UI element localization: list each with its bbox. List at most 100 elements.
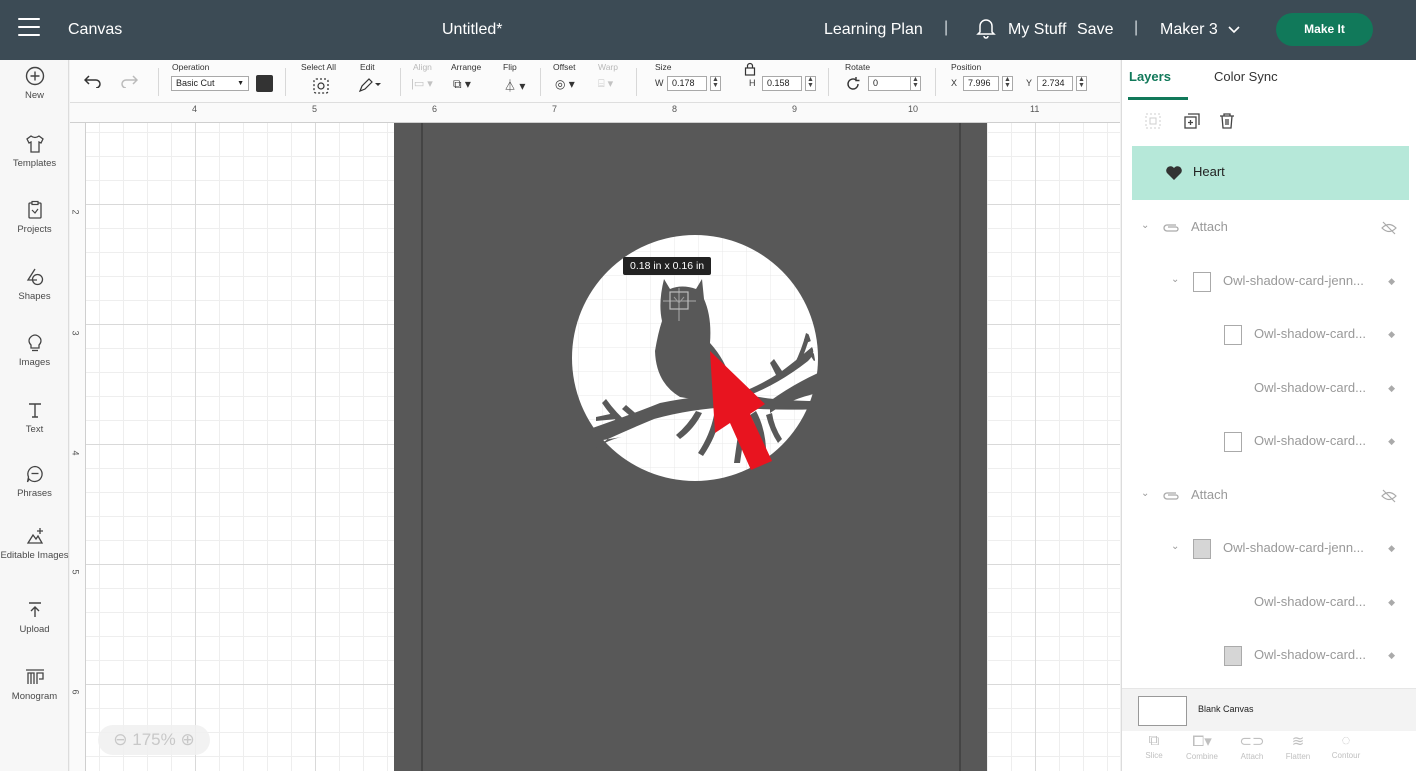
- undo-icon[interactable]: [83, 74, 102, 93]
- zoom-in-icon[interactable]: ⊕: [180, 730, 194, 749]
- chevron-down-icon: [1228, 20, 1240, 40]
- x-label: X: [951, 78, 958, 88]
- editable-image-icon: [26, 528, 43, 544]
- layer-name: Heart: [1193, 164, 1225, 179]
- sidebar-item-new[interactable]: New: [0, 66, 69, 101]
- layer-name: Owl-shadow-card...: [1254, 433, 1366, 448]
- sidebar-label: Projects: [17, 224, 52, 235]
- clipboard-icon: [27, 200, 42, 219]
- group-icon[interactable]: [1144, 112, 1162, 135]
- width-input[interactable]: 0.178: [667, 76, 707, 91]
- layer-group-attach[interactable]: ⌄ Attach: [1122, 218, 1416, 238]
- size-label: Size: [655, 62, 672, 72]
- sidebar-label: Editable Images: [0, 550, 69, 561]
- layer-item[interactable]: Owl-shadow-card... ◆: [1122, 432, 1416, 452]
- layer-item[interactable]: Owl-shadow-card... ◆: [1122, 325, 1416, 345]
- machine-selector[interactable]: Maker 3: [1160, 20, 1240, 40]
- layer-dot-icon: ◆: [1388, 597, 1395, 607]
- hidden-eye-icon[interactable]: [1381, 489, 1397, 503]
- sidebar-item-projects[interactable]: Projects: [0, 200, 69, 235]
- bell-icon[interactable]: [976, 17, 996, 44]
- width-stepper[interactable]: ▲ ▼: [710, 76, 721, 91]
- warp-icon[interactable]: ⌸ ▾: [598, 77, 613, 91]
- height-stepper[interactable]: ▲ ▼: [805, 76, 816, 91]
- delete-icon[interactable]: [1218, 112, 1236, 135]
- sidebar-item-editable-images[interactable]: Editable Images: [0, 526, 69, 561]
- sidebar-item-images[interactable]: Images: [0, 333, 69, 368]
- tab-layers[interactable]: Layers: [1129, 69, 1171, 84]
- height-input[interactable]: 0.158: [762, 76, 802, 91]
- y-stepper[interactable]: ▲ ▼: [1076, 76, 1087, 91]
- attach-icon: [1163, 492, 1179, 500]
- toolbar-divider: [400, 68, 401, 96]
- align-icon[interactable]: |▭ ▾: [411, 77, 433, 90]
- layer-thumbnail: [1224, 432, 1242, 452]
- blank-canvas-swatch[interactable]: [1138, 696, 1187, 726]
- document-title[interactable]: Untitled*: [442, 20, 502, 40]
- operation-color-swatch[interactable]: [256, 75, 273, 92]
- arrange-label: Arrange: [451, 62, 482, 72]
- hidden-eye-icon[interactable]: [1381, 221, 1397, 235]
- zoom-out-icon[interactable]: ⊖: [113, 730, 127, 749]
- learning-plan-link[interactable]: Learning Plan: [824, 20, 923, 40]
- offset-icon[interactable]: ◎ ▾: [555, 77, 575, 91]
- contour-button[interactable]: ◌ Contour: [1322, 732, 1370, 760]
- operation-select[interactable]: Basic Cut ▼: [171, 76, 249, 91]
- layer-item[interactable]: ⌄ Owl-shadow-card-jenn... ◆: [1122, 539, 1416, 559]
- redo-icon[interactable]: [120, 74, 139, 93]
- layer-dot-icon: ◆: [1388, 276, 1395, 286]
- select-all-icon[interactable]: [312, 77, 330, 99]
- zoom-control: ⊖ 175% ⊕: [98, 725, 210, 755]
- chevron-down-icon[interactable]: ⌄: [1141, 220, 1149, 231]
- rotate-stepper[interactable]: ▲ ▼: [910, 76, 921, 91]
- sidebar-item-text[interactable]: Text: [0, 400, 69, 435]
- toolbar-divider: [540, 68, 541, 96]
- my-stuff-link[interactable]: My Stuff: [1008, 20, 1066, 40]
- flip-icon[interactable]: ⏃ ▾: [504, 77, 525, 94]
- slice-icon: ⧉: [1148, 732, 1160, 749]
- y-input[interactable]: 2.734: [1037, 76, 1073, 91]
- design-canvas[interactable]: 4 5 6 7 8 9 10 11 2 3 4 5 6 0.18 in x 0.…: [70, 103, 1120, 771]
- sidebar-item-shapes[interactable]: Shapes: [0, 267, 69, 302]
- tool-label: Flatten: [1285, 752, 1311, 761]
- pencil-icon[interactable]: [358, 77, 382, 97]
- layer-name: Attach: [1191, 487, 1228, 502]
- toolbar-divider: [828, 68, 829, 96]
- layer-name: Owl-shadow-card-jenn...: [1223, 540, 1364, 555]
- save-button[interactable]: Save: [1077, 20, 1113, 40]
- tool-label: Slice: [1145, 751, 1163, 760]
- layer-item[interactable]: ⌄ Owl-shadow-card-jenn... ◆: [1122, 272, 1416, 292]
- make-it-button[interactable]: Make It: [1276, 13, 1373, 46]
- sidebar-item-templates[interactable]: Templates: [0, 134, 69, 169]
- duplicate-icon[interactable]: [1183, 112, 1201, 135]
- attach-icon: [1163, 224, 1179, 232]
- sidebar-item-monogram[interactable]: Monogram: [0, 667, 69, 702]
- attach-button[interactable]: ⊂⊃ Attach: [1228, 732, 1276, 761]
- arrange-icon[interactable]: ⧉ ▾: [453, 77, 471, 92]
- sidebar-item-phrases[interactable]: Phrases: [0, 464, 69, 499]
- caret-down-icon: ▼: [237, 80, 244, 87]
- layer-group-attach[interactable]: ⌄ Attach: [1122, 486, 1416, 506]
- x-stepper[interactable]: ▲ ▼: [1002, 76, 1013, 91]
- speech-bubble-icon: [26, 465, 43, 483]
- hamburger-menu-icon[interactable]: [18, 18, 40, 38]
- tab-color-sync[interactable]: Color Sync: [1214, 69, 1278, 84]
- layer-item[interactable]: Owl-shadow-card... ◆: [1122, 379, 1416, 399]
- chevron-down-icon[interactable]: ⌄: [1141, 488, 1149, 499]
- owl-moon-cutout[interactable]: [70, 103, 1120, 771]
- x-input[interactable]: 7.996: [963, 76, 999, 91]
- flatten-button[interactable]: ≋ Flatten: [1274, 732, 1322, 761]
- blank-canvas-row[interactable]: Blank Canvas: [1122, 688, 1416, 731]
- combine-button[interactable]: ⧠▾ Combine: [1178, 732, 1226, 761]
- sidebar-item-upload[interactable]: Upload: [0, 600, 69, 635]
- tool-label: Contour: [1331, 751, 1361, 760]
- layer-heart[interactable]: Heart: [1132, 146, 1409, 200]
- layer-item[interactable]: Owl-shadow-card... ◆: [1122, 593, 1416, 613]
- flip-label: Flip: [503, 62, 517, 72]
- layer-item[interactable]: Owl-shadow-card... ◆: [1122, 646, 1416, 666]
- layer-dot-icon: ◆: [1388, 650, 1395, 660]
- chevron-down-icon[interactable]: ⌄: [1171, 541, 1179, 552]
- layer-thumbnail: [1224, 646, 1242, 666]
- chevron-down-icon[interactable]: ⌄: [1171, 274, 1179, 285]
- slice-button[interactable]: ⧉ Slice: [1130, 732, 1178, 760]
